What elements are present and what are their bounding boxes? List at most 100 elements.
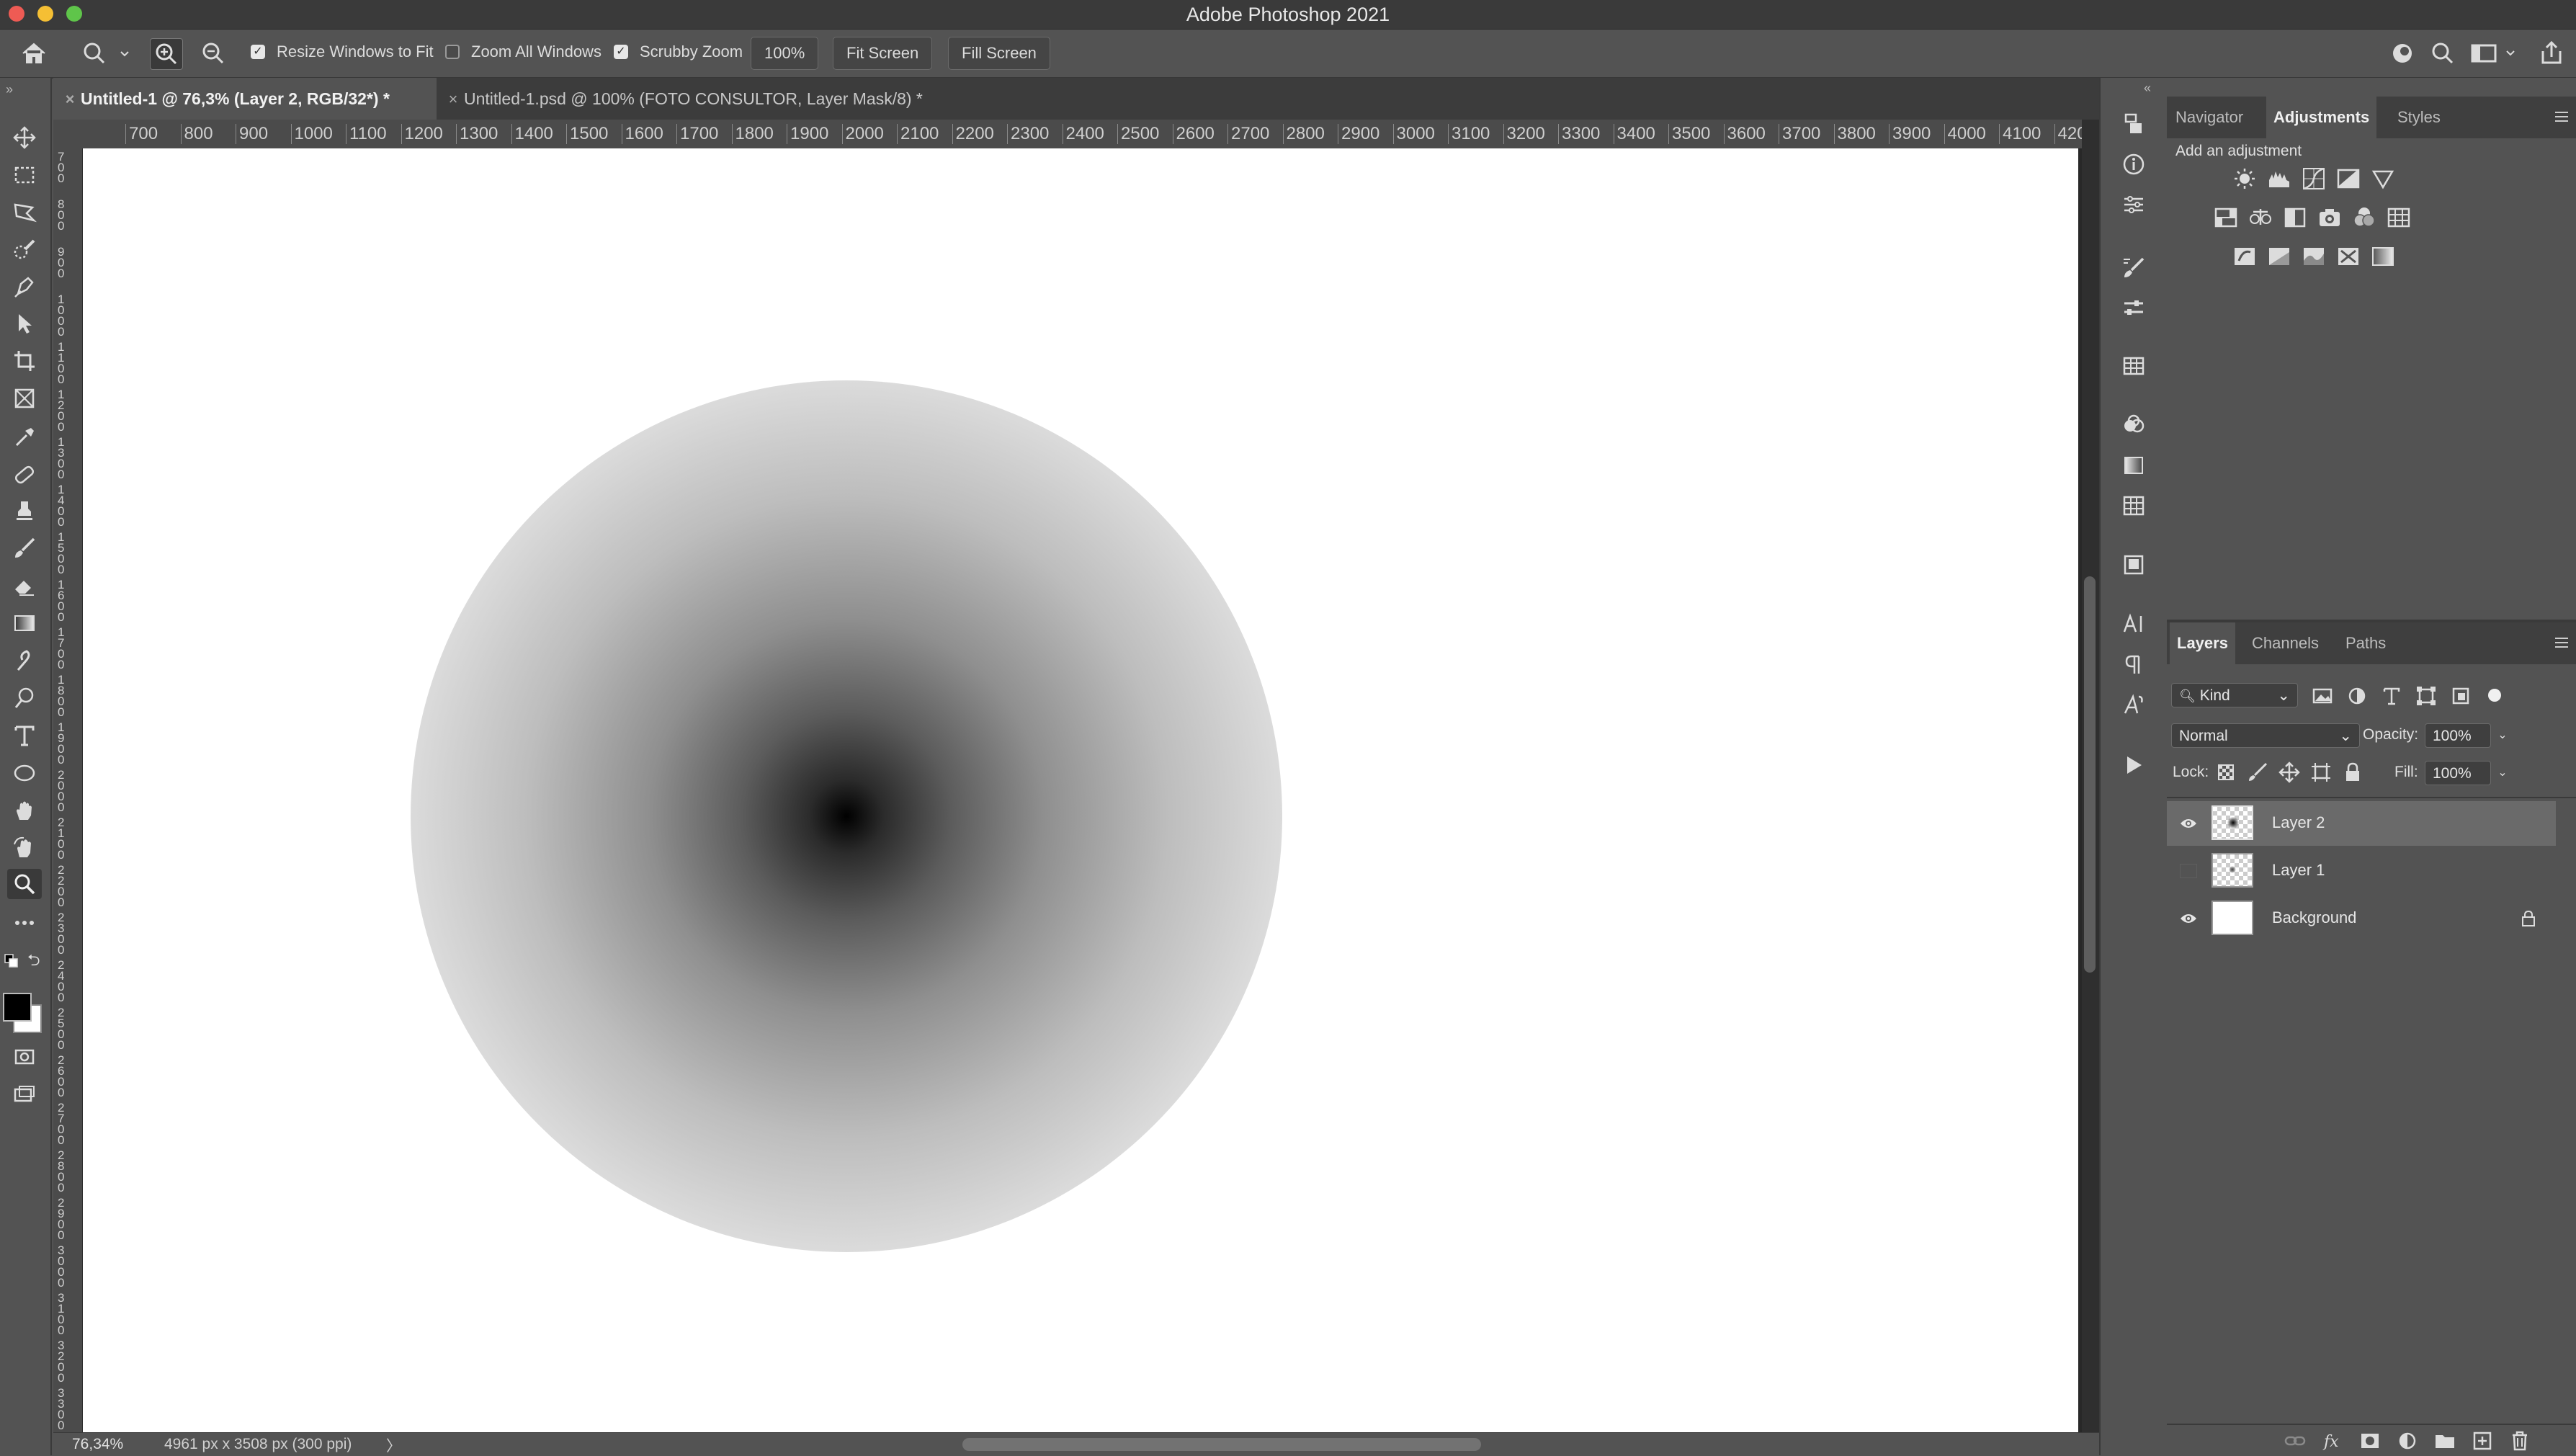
zoom-level[interactable]: 76,34% <box>72 1436 123 1453</box>
healing-brush-tool-icon[interactable] <box>7 460 42 490</box>
tab-adjustments[interactable]: Adjustments <box>2266 97 2377 138</box>
tool-preset-picker[interactable] <box>81 40 133 67</box>
layer-name[interactable]: Layer 1 <box>2272 861 2325 880</box>
filter-shape-icon[interactable] <box>2415 684 2438 707</box>
marquee-tool-icon[interactable] <box>7 160 42 190</box>
horizontal-ruler[interactable]: 700 800 900 1000 1100 1200 1300 1400 1500 1600 170… <box>53 120 2087 149</box>
selective-color-icon[interactable] <box>2337 245 2360 268</box>
filter-adjustment-icon[interactable] <box>2345 684 2369 707</box>
blend-mode-select[interactable]: Normal ⌄ <box>2171 723 2360 748</box>
frame-tool-icon[interactable] <box>7 383 42 414</box>
screen-mode-icon[interactable] <box>7 1079 42 1109</box>
path-selection-tool-icon[interactable] <box>7 308 42 339</box>
curves-icon[interactable] <box>2302 167 2325 190</box>
tab-paths[interactable]: Paths <box>2345 622 2386 664</box>
tab-layers[interactable]: Layers <box>2170 622 2235 664</box>
crop-tool-icon[interactable] <box>7 346 42 376</box>
brightness-contrast-icon[interactable] <box>2233 167 2256 190</box>
vertical-ruler[interactable]: 700 800 900 1000 1100 1200 1300 1400 1500 1600 170… <box>53 148 83 1432</box>
panel-menu-icon[interactable] <box>2553 108 2570 125</box>
color-lookup-icon[interactable] <box>2387 206 2410 229</box>
horizontal-scrollbar-thumb[interactable] <box>962 1438 1481 1451</box>
glyphs-icon[interactable] <box>2119 690 2148 719</box>
visibility-off-box[interactable] <box>2180 864 2197 878</box>
scrubby-zoom-checkbox[interactable]: ✓ <box>614 45 628 59</box>
home-icon[interactable] <box>20 41 49 67</box>
type-tool-icon[interactable] <box>7 720 42 751</box>
delete-layer-trash-icon[interactable] <box>2508 1429 2531 1452</box>
eraser-tool-icon[interactable] <box>7 571 42 601</box>
patterns-icon[interactable] <box>2119 491 2148 520</box>
actions-play-icon[interactable] <box>2119 751 2148 780</box>
gradients-icon[interactable] <box>2119 451 2148 480</box>
layer-name[interactable]: Background <box>2272 908 2356 927</box>
lock-transparent-pixels-icon[interactable] <box>2214 761 2237 784</box>
share-icon[interactable] <box>2537 38 2566 67</box>
threshold-icon[interactable] <box>2302 245 2325 268</box>
new-layer-icon[interactable] <box>2471 1429 2494 1452</box>
swatches-icon[interactable] <box>2119 352 2148 380</box>
fit-screen-button[interactable]: Fit Screen <box>833 37 933 70</box>
info-icon[interactable] <box>2119 150 2148 179</box>
vibrance-icon[interactable] <box>2371 167 2394 190</box>
zoom-all-windows-checkbox[interactable] <box>445 45 460 59</box>
hand-tool-icon[interactable] <box>7 795 42 826</box>
zoom-out-icon[interactable] <box>197 38 229 68</box>
layer-row-layer-2[interactable]: Layer 2 <box>2167 801 2556 846</box>
vertical-scrollbar-thumb[interactable] <box>2084 576 2096 973</box>
fill-screen-button[interactable]: Fill Screen <box>948 37 1050 70</box>
rotate-view-tool-icon[interactable] <box>7 833 42 863</box>
filter-smart-object-icon[interactable] <box>2449 684 2472 707</box>
history-icon[interactable] <box>2119 110 2148 138</box>
new-group-folder-icon[interactable] <box>2433 1429 2456 1452</box>
layer-style-fx-icon[interactable]: fx <box>2321 1429 2344 1452</box>
move-tool-icon[interactable] <box>7 122 42 153</box>
posterize-icon[interactable] <box>2268 245 2291 268</box>
search-icon[interactable] <box>2429 40 2456 67</box>
layer-name[interactable]: Layer 2 <box>2272 813 2325 832</box>
status-menu-arrow-icon[interactable]: 〉 <box>386 1434 401 1456</box>
lock-artboard-icon[interactable] <box>2309 761 2333 784</box>
tab-channels[interactable]: Channels <box>2252 622 2319 664</box>
lock-all-icon[interactable] <box>2341 761 2364 784</box>
brush-settings-icon[interactable] <box>2119 254 2148 282</box>
layer-filter-kind-select[interactable]: 🔍︎ Kind ⌄ <box>2171 683 2298 707</box>
workspace-switcher-icon[interactable] <box>2469 40 2520 67</box>
tab-styles[interactable]: Styles <box>2397 97 2441 138</box>
collapse-toolbar-icon[interactable]: » <box>6 82 13 97</box>
learn-icon[interactable] <box>2389 40 2416 67</box>
layers-panel-menu-icon[interactable] <box>2553 634 2570 651</box>
foreground-color-swatch[interactable] <box>3 993 32 1022</box>
document-tab-active[interactable]: × Untitled-1 @ 76,3% (Layer 2, RGB/32*) * <box>53 78 437 120</box>
close-tab-icon[interactable]: × <box>59 79 81 120</box>
opacity-input[interactable]: 100% <box>2425 723 2491 748</box>
zoom-100-button[interactable]: 100% <box>751 37 819 70</box>
visibility-eye-icon[interactable] <box>2180 816 2197 831</box>
clone-stamp-tool-icon[interactable] <box>7 496 42 526</box>
tab-navigator[interactable]: Navigator <box>2175 97 2243 138</box>
add-mask-icon[interactable] <box>2358 1429 2382 1452</box>
hue-saturation-icon[interactable] <box>2214 206 2237 229</box>
lock-image-pixels-icon[interactable] <box>2246 761 2269 784</box>
gradient-tool-icon[interactable] <box>7 608 42 638</box>
filter-type-icon[interactable] <box>2380 684 2403 707</box>
opacity-slider-toggle-icon[interactable]: ⌄ <box>2492 723 2513 748</box>
black-white-icon[interactable] <box>2284 206 2307 229</box>
document-canvas[interactable] <box>83 148 2078 1432</box>
brush-tool-icon[interactable] <box>7 533 42 563</box>
exposure-icon[interactable] <box>2337 167 2360 190</box>
lock-position-icon[interactable] <box>2278 761 2301 784</box>
lasso-tool-icon[interactable] <box>7 197 42 228</box>
layer-row-background[interactable]: Background <box>2167 896 2556 941</box>
color-icon[interactable] <box>2119 411 2148 439</box>
smudge-tool-icon[interactable] <box>7 646 42 676</box>
filter-pixel-icon[interactable] <box>2311 684 2334 707</box>
quick-mask-icon[interactable] <box>7 1042 42 1072</box>
invert-icon[interactable] <box>2233 245 2256 268</box>
fill-input[interactable]: 100% <box>2425 761 2491 785</box>
channel-mixer-icon[interactable] <box>2353 206 2376 229</box>
ellipse-tool-icon[interactable] <box>7 758 42 788</box>
libraries-icon[interactable] <box>2119 550 2148 579</box>
filter-toggle-icon[interactable] <box>2488 689 2501 702</box>
fill-slider-toggle-icon[interactable]: ⌄ <box>2492 761 2513 785</box>
